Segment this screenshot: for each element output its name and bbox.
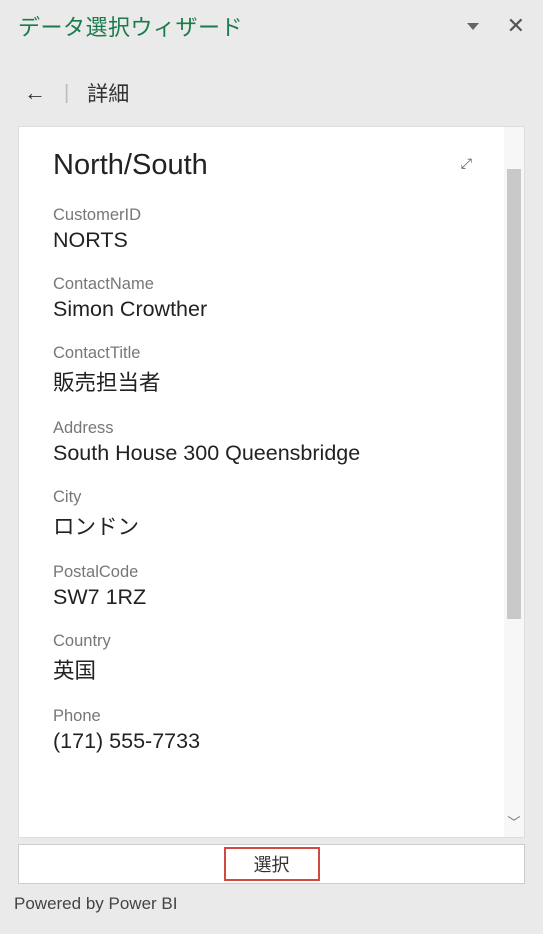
field-contact-name: ContactName Simon Crowther — [53, 275, 472, 322]
divider: | — [64, 82, 69, 105]
scroll-thumb[interactable] — [507, 169, 521, 619]
field-customer-id: CustomerID NORTS — [53, 206, 472, 253]
header-controls: ✕ — [467, 15, 525, 37]
wizard-title: データ選択ウィザード — [18, 10, 243, 42]
close-icon[interactable]: ✕ — [507, 15, 525, 37]
field-country: Country 英国 — [53, 632, 472, 685]
heading-row: North/South ⤢ — [53, 149, 472, 182]
field-value: NORTS — [53, 228, 472, 253]
field-city: City ロンドン — [53, 488, 472, 541]
chevron-down-icon[interactable] — [467, 23, 479, 30]
scrollbar[interactable]: ﹀ — [504, 127, 524, 837]
select-button-label: 選択 — [224, 847, 320, 881]
header-bar: データ選択ウィザード ✕ — [0, 0, 543, 52]
field-label: CustomerID — [53, 206, 472, 225]
field-label: City — [53, 488, 472, 507]
field-value: ロンドン — [53, 510, 472, 541]
field-label: ContactTitle — [53, 344, 472, 363]
field-contact-title: ContactTitle 販売担当者 — [53, 344, 472, 397]
field-label: Phone — [53, 707, 472, 726]
field-value: SW7 1RZ — [53, 585, 472, 610]
select-button[interactable]: 選択 — [18, 844, 525, 884]
content-panel: North/South ⤢ CustomerID NORTS ContactNa… — [18, 126, 525, 838]
field-value: South House 300 Queensbridge — [53, 441, 472, 466]
breadcrumb: 詳細 — [87, 78, 129, 108]
footer-text: Powered by Power BI — [0, 884, 543, 914]
field-value: 英国 — [53, 654, 472, 685]
field-label: PostalCode — [53, 563, 472, 582]
field-address: Address South House 300 Queensbridge — [53, 419, 472, 466]
expand-icon[interactable]: ⤢ — [461, 155, 472, 172]
nav-bar: ← | 詳細 — [0, 52, 543, 126]
field-label: Country — [53, 632, 472, 651]
field-phone: Phone (171) 555-7733 — [53, 707, 472, 754]
scroll-down-icon[interactable]: ﹀ — [507, 812, 521, 831]
field-value: 販売担当者 — [53, 366, 472, 397]
field-label: ContactName — [53, 275, 472, 294]
field-value: (171) 555-7733 — [53, 729, 472, 754]
back-arrow-icon[interactable]: ← — [24, 80, 46, 106]
field-label: Address — [53, 419, 472, 438]
field-value: Simon Crowther — [53, 297, 472, 322]
field-postal-code: PostalCode SW7 1RZ — [53, 563, 472, 610]
record-heading: North/South — [53, 149, 208, 182]
content-scroll: North/South ⤢ CustomerID NORTS ContactNa… — [19, 127, 504, 837]
